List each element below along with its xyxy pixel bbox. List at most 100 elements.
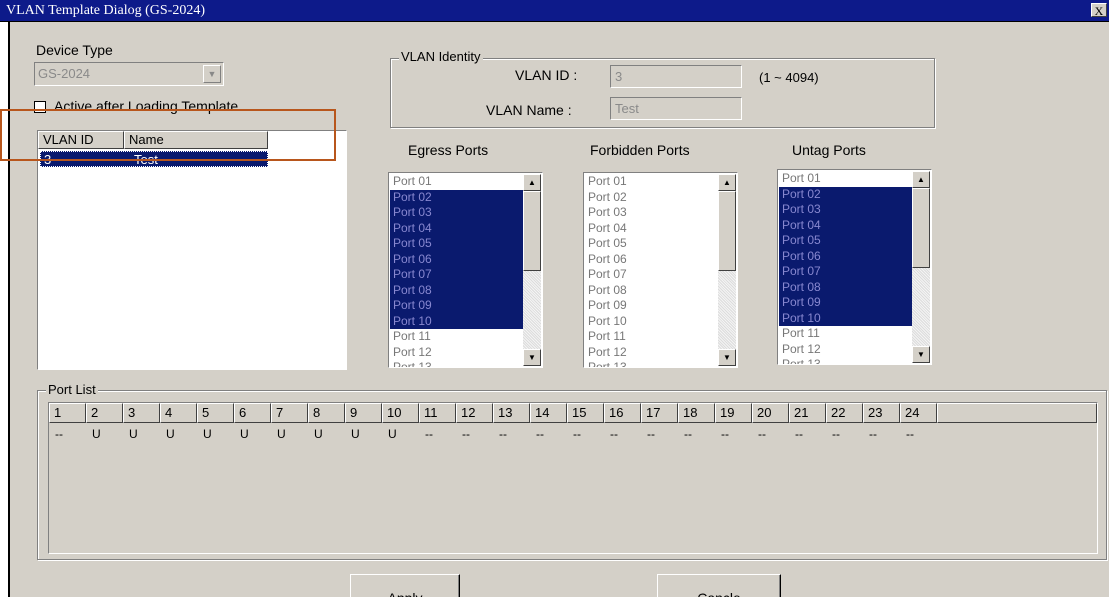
port-value: U — [92, 427, 101, 441]
untag-ports-listbox[interactable]: Port 01 Port 02 Port 03 Port 04 Port 05 Port … — [777, 169, 932, 365]
cancel-button[interactable]: Cancle — [657, 574, 781, 597]
port-column-header[interactable]: 4 — [160, 403, 197, 423]
template-listview[interactable]: VLAN ID Name 3 Test — [37, 130, 347, 370]
list-item[interactable]: Port 13 — [779, 357, 913, 364]
list-item[interactable]: Port 08 — [779, 279, 913, 295]
list-item[interactable]: Port 04 — [390, 220, 524, 236]
port-column-header[interactable]: 9 — [345, 403, 382, 423]
scroll-up-icon[interactable]: ▲ — [523, 174, 541, 191]
list-item[interactable]: Port 07 — [779, 264, 913, 280]
list-item[interactable]: Port 10 — [390, 313, 524, 329]
port-column-header[interactable]: 12 — [456, 403, 493, 423]
port-column-header[interactable]: 24 — [900, 403, 937, 423]
port-column-header[interactable]: 7 — [271, 403, 308, 423]
list-item[interactable]: Port 11 — [779, 326, 913, 342]
port-column-header[interactable]: 20 — [752, 403, 789, 423]
scroll-thumb[interactable] — [718, 191, 736, 271]
list-item[interactable]: Port 09 — [390, 298, 524, 314]
port-column-header[interactable]: 13 — [493, 403, 530, 423]
list-item[interactable]: Port 10 — [585, 314, 719, 330]
list-item[interactable]: Port 12 — [779, 342, 913, 358]
list-item[interactable]: Port 02 — [779, 186, 913, 202]
port-value: -- — [536, 427, 544, 441]
scroll-up-icon[interactable]: ▲ — [912, 171, 930, 188]
list-item[interactable]: Port 13 — [390, 360, 524, 367]
list-item[interactable]: Port 06 — [390, 251, 524, 267]
scrollbar[interactable]: ▲ ▼ — [523, 174, 541, 366]
list-item[interactable]: Port 08 — [390, 282, 524, 298]
list-item[interactable]: Port 04 — [585, 221, 719, 237]
scrollbar[interactable]: ▲ ▼ — [718, 174, 736, 366]
vlan-name-label: VLAN Name : — [486, 102, 572, 118]
port-column-header[interactable]: 17 — [641, 403, 678, 423]
list-item[interactable]: Port 06 — [585, 252, 719, 268]
port-column-header[interactable]: 3 — [123, 403, 160, 423]
port-column-header[interactable]: 19 — [715, 403, 752, 423]
list-item[interactable]: Port 12 — [390, 345, 524, 361]
list-item[interactable]: Port 07 — [390, 267, 524, 283]
listbox-items: Port 01 Port 02 Port 03 Port 04 Port 05 Port … — [585, 174, 719, 367]
list-item[interactable]: Port 13 — [585, 360, 719, 367]
list-item[interactable]: Port 02 — [390, 189, 524, 205]
device-type-select[interactable]: GS-2024 ▼ — [34, 62, 224, 86]
list-item[interactable]: Port 02 — [585, 190, 719, 206]
port-column-header[interactable]: 8 — [308, 403, 345, 423]
port-column-header[interactable]: 16 — [604, 403, 641, 423]
list-item[interactable]: Port 05 — [585, 236, 719, 252]
egress-ports-title: Egress Ports — [408, 142, 489, 158]
egress-ports-listbox[interactable]: Port 01 Port 02 Port 03 Port 04 Port 05 Port … — [388, 172, 543, 368]
list-item[interactable]: Port 06 — [779, 248, 913, 264]
port-value: -- — [647, 427, 655, 441]
port-column-header[interactable]: 11 — [419, 403, 456, 423]
list-item[interactable]: Port 09 — [585, 298, 719, 314]
port-column-header[interactable]: 1 — [49, 403, 86, 423]
list-item[interactable]: Port 05 — [390, 236, 524, 252]
scroll-thumb[interactable] — [912, 188, 930, 268]
scroll-up-icon[interactable]: ▲ — [718, 174, 736, 191]
scrollbar[interactable]: ▲ ▼ — [912, 171, 930, 363]
port-column-header[interactable]: 2 — [86, 403, 123, 423]
port-column-header[interactable]: 14 — [530, 403, 567, 423]
port-value: U — [388, 427, 397, 441]
chevron-down-icon[interactable]: ▼ — [203, 65, 221, 83]
apply-button[interactable]: Apply — [350, 574, 460, 597]
list-item[interactable]: Port 12 — [585, 345, 719, 361]
port-column-header[interactable]: 5 — [197, 403, 234, 423]
list-item[interactable]: Port 01 — [779, 171, 913, 187]
list-item[interactable]: Port 11 — [585, 329, 719, 345]
port-column-header[interactable]: 23 — [863, 403, 900, 423]
vlan-id-field[interactable]: 3 — [610, 65, 742, 88]
list-item[interactable]: Port 03 — [779, 202, 913, 218]
list-item[interactable]: Port 08 — [585, 283, 719, 299]
port-value: -- — [906, 427, 914, 441]
port-column-header[interactable]: 6 — [234, 403, 271, 423]
forbidden-ports-listbox[interactable]: Port 01 Port 02 Port 03 Port 04 Port 05 Port … — [583, 172, 738, 368]
port-column-header[interactable]: 10 — [382, 403, 419, 423]
scroll-thumb[interactable] — [523, 191, 541, 271]
port-value: -- — [795, 427, 803, 441]
list-item[interactable]: Port 04 — [779, 217, 913, 233]
list-item[interactable]: Port 01 — [390, 174, 524, 190]
list-item[interactable]: Port 11 — [390, 329, 524, 345]
port-column-header[interactable]: 15 — [567, 403, 604, 423]
highlight-box — [0, 109, 336, 161]
port-value: U — [203, 427, 212, 441]
list-item[interactable]: Port 03 — [585, 205, 719, 221]
list-item[interactable]: Port 01 — [585, 174, 719, 190]
list-item[interactable]: Port 03 — [390, 205, 524, 221]
port-column-header[interactable]: 21 — [789, 403, 826, 423]
port-column-header[interactable]: 22 — [826, 403, 863, 423]
port-column-header[interactable]: 18 — [678, 403, 715, 423]
vlan-name-field[interactable]: Test — [610, 97, 742, 120]
scroll-down-icon[interactable]: ▼ — [523, 349, 541, 366]
close-button[interactable]: X — [1091, 3, 1107, 18]
list-item[interactable]: Port 07 — [585, 267, 719, 283]
scroll-down-icon[interactable]: ▼ — [718, 349, 736, 366]
scroll-down-icon[interactable]: ▼ — [912, 346, 930, 363]
list-item[interactable]: Port 05 — [779, 233, 913, 249]
port-value: -- — [462, 427, 470, 441]
vlan-id-label: VLAN ID : — [515, 67, 578, 83]
list-item[interactable]: Port 09 — [779, 295, 913, 311]
port-value: -- — [684, 427, 692, 441]
list-item[interactable]: Port 10 — [779, 310, 913, 326]
